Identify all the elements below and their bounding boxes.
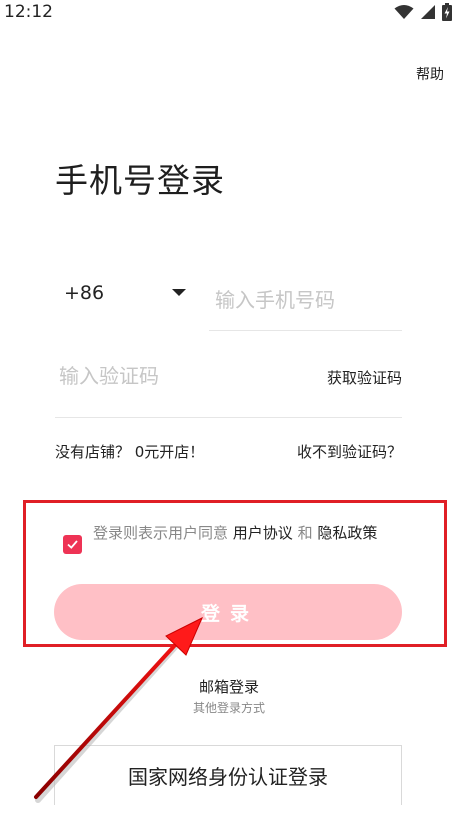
phone-input[interactable] xyxy=(209,270,402,331)
user-agreement-link[interactable]: 用户协议 xyxy=(233,524,293,542)
help-link[interactable]: 帮助 xyxy=(416,64,444,84)
login-button[interactable]: 登录 xyxy=(54,584,402,640)
privacy-policy-link[interactable]: 隐私政策 xyxy=(317,524,377,542)
verification-code-input[interactable] xyxy=(55,356,275,396)
status-time: 12:12 xyxy=(4,2,53,22)
email-login-link[interactable]: 邮箱登录 xyxy=(0,676,458,697)
status-icons xyxy=(394,3,452,21)
battery-charging-icon xyxy=(442,3,452,21)
checkmark-icon xyxy=(67,540,78,549)
open-store-link[interactable]: 没有店铺？ 0元开店！ xyxy=(55,441,204,462)
other-methods-label: 其他登录方式 xyxy=(192,701,265,715)
country-code-selector[interactable]: +86 xyxy=(64,282,104,304)
agreement-checkbox[interactable] xyxy=(63,535,82,554)
agreement-prefix: 登录则表示用户同意 xyxy=(93,524,233,542)
national-id-login-button[interactable]: 国家网络身份认证登录 xyxy=(54,745,402,805)
get-code-button[interactable]: 获取验证码 xyxy=(327,367,402,388)
wifi-icon xyxy=(394,5,414,19)
page-title: 手机号登录 xyxy=(55,161,225,200)
no-code-link[interactable]: 收不到验证码？ xyxy=(297,441,402,462)
dropdown-arrow-icon[interactable] xyxy=(172,289,186,296)
agreement-and: 和 xyxy=(292,524,318,542)
agreement-text: 登录则表示用户同意 用户协议 和 隐私政策 xyxy=(93,521,407,546)
verification-code-row: 获取验证码 xyxy=(55,346,402,418)
phone-row: +86 xyxy=(55,270,402,332)
cellular-signal-icon xyxy=(421,5,435,19)
